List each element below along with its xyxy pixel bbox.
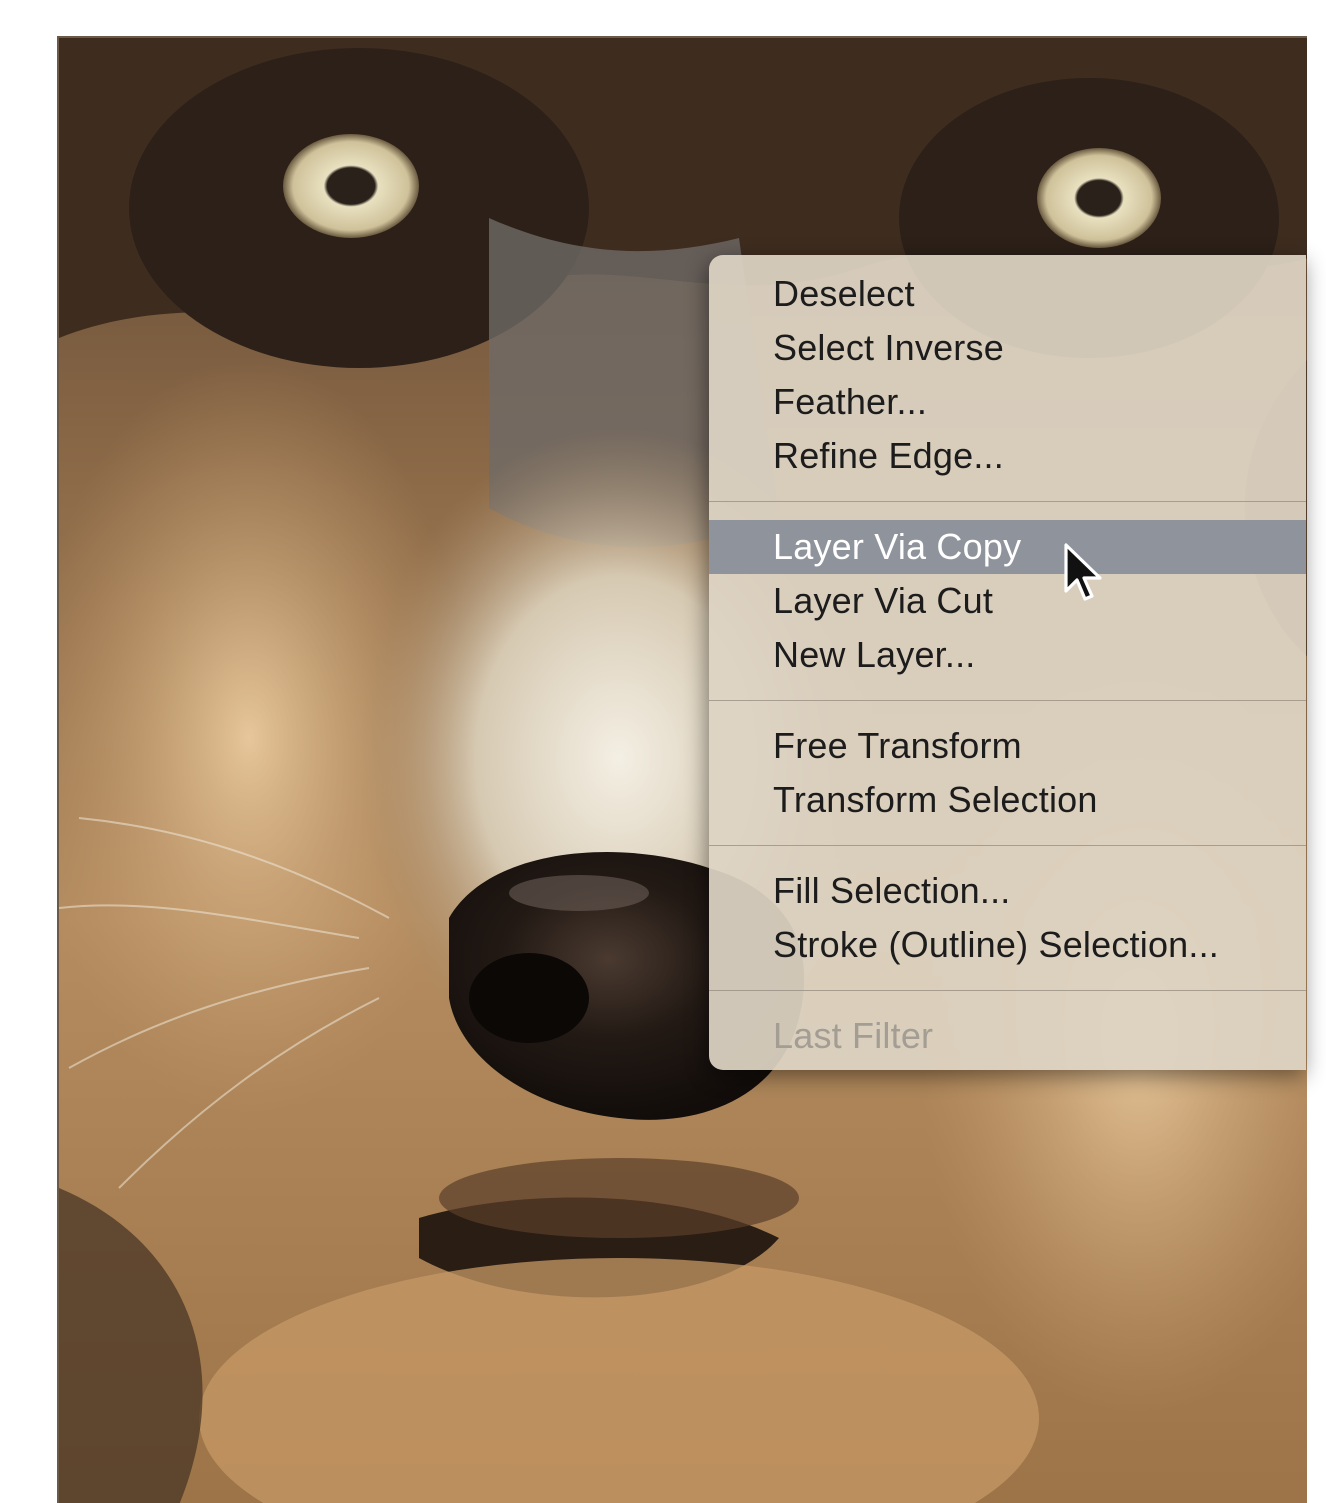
menu-item-free-transform[interactable]: Free Transform bbox=[709, 719, 1306, 773]
menu-item-stroke-selection[interactable]: Stroke (Outline) Selection... bbox=[709, 918, 1306, 972]
menu-group-transform: Free Transform Transform Selection bbox=[709, 719, 1306, 827]
menu-item-layer-via-copy[interactable]: Layer Via Copy bbox=[709, 520, 1306, 574]
menu-item-layer-via-cut[interactable]: Layer Via Cut bbox=[709, 574, 1306, 628]
menu-item-refine-edge[interactable]: Refine Edge... bbox=[709, 429, 1306, 483]
menu-item-feather[interactable]: Feather... bbox=[709, 375, 1306, 429]
menu-group-selection: Deselect Select Inverse Feather... Refin… bbox=[709, 267, 1306, 483]
context-menu: Deselect Select Inverse Feather... Refin… bbox=[709, 255, 1306, 1070]
menu-separator bbox=[709, 501, 1306, 502]
menu-separator bbox=[709, 990, 1306, 991]
menu-group-filter: Last Filter bbox=[709, 1009, 1306, 1063]
menu-separator bbox=[709, 845, 1306, 846]
menu-item-new-layer[interactable]: New Layer... bbox=[709, 628, 1306, 682]
menu-item-fill-selection[interactable]: Fill Selection... bbox=[709, 864, 1306, 918]
menu-group-layer: Layer Via Copy Layer Via Cut New Layer..… bbox=[709, 520, 1306, 682]
menu-group-fill-stroke: Fill Selection... Stroke (Outline) Selec… bbox=[709, 864, 1306, 972]
screenshot-page: Deselect Select Inverse Feather... Refin… bbox=[0, 0, 1326, 1503]
menu-item-last-filter: Last Filter bbox=[773, 1015, 934, 1056]
menu-item-select-inverse[interactable]: Select Inverse bbox=[709, 321, 1306, 375]
menu-item-deselect[interactable]: Deselect bbox=[709, 267, 1306, 321]
arrow-pointer-icon bbox=[1064, 543, 1102, 601]
menu-separator bbox=[709, 700, 1306, 701]
menu-item-transform-selection[interactable]: Transform Selection bbox=[709, 773, 1306, 827]
